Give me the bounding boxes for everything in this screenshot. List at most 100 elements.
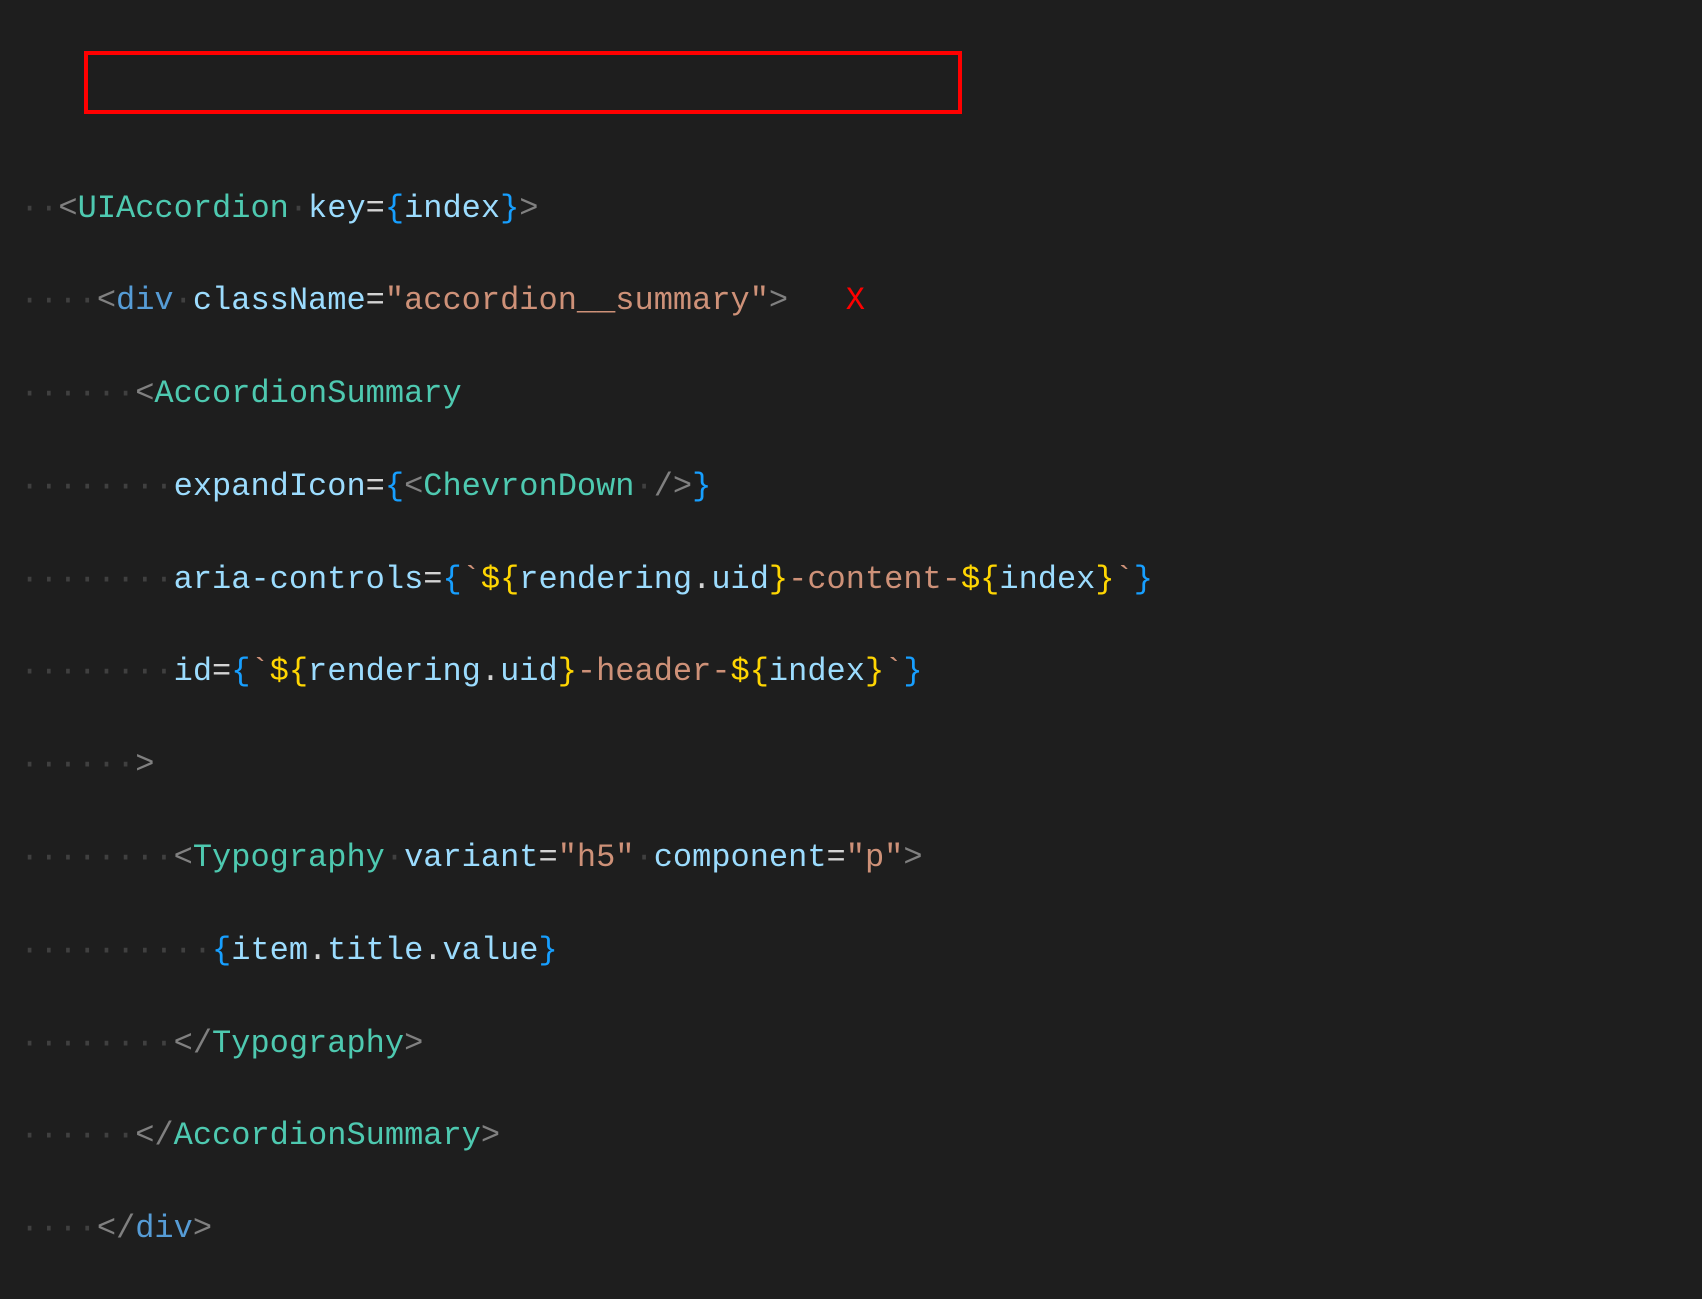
html-tag: div bbox=[116, 282, 174, 319]
jsx-component: Typography bbox=[212, 1025, 404, 1062]
equals: = bbox=[538, 839, 557, 876]
angle-close: > bbox=[519, 190, 538, 227]
html-tag: div bbox=[135, 1210, 193, 1247]
whitespace-dots: · bbox=[635, 839, 654, 876]
jsx-attr: aria-controls bbox=[174, 561, 424, 598]
angle-open: < bbox=[135, 375, 154, 412]
whitespace-dots: ·········· bbox=[20, 932, 212, 969]
whitespace-dots: ······ bbox=[20, 1117, 135, 1154]
code-line[interactable]: ········id={`${rendering.uid}-header-${i… bbox=[10, 649, 1702, 695]
angle-close: > bbox=[903, 839, 922, 876]
string-literal: "accordion__summary" bbox=[385, 282, 769, 319]
angle-close: > bbox=[769, 282, 788, 319]
code-line[interactable]: ····</div> bbox=[10, 1206, 1702, 1252]
whitespace-dots: ···· bbox=[20, 1210, 97, 1247]
dot: . bbox=[692, 561, 711, 598]
whitespace-dots: ········ bbox=[20, 1025, 174, 1062]
template-expr-close: } bbox=[865, 653, 884, 690]
identifier: uid bbox=[711, 561, 769, 598]
equals: = bbox=[366, 282, 385, 319]
whitespace-dots: ········ bbox=[20, 653, 174, 690]
angle-open-slash: </ bbox=[97, 1210, 135, 1247]
angle-close: > bbox=[404, 1025, 423, 1062]
whitespace-dots: ········ bbox=[20, 561, 174, 598]
template-text: -content- bbox=[788, 561, 961, 598]
identifier: index bbox=[769, 653, 865, 690]
equals: = bbox=[212, 653, 231, 690]
brace-open: { bbox=[385, 190, 404, 227]
whitespace-dots: ········ bbox=[20, 839, 174, 876]
brace-close: } bbox=[903, 653, 922, 690]
template-tick: ` bbox=[884, 653, 903, 690]
jsx-attr: className bbox=[193, 282, 366, 319]
code-line[interactable]: ······</AccordionSummary> bbox=[10, 1113, 1702, 1159]
whitespace-dots: · bbox=[289, 190, 308, 227]
identifier: rendering bbox=[308, 653, 481, 690]
identifier: uid bbox=[500, 653, 558, 690]
whitespace-dots: · bbox=[385, 839, 404, 876]
whitespace-dots: ···· bbox=[20, 282, 97, 319]
jsx-attr: component bbox=[654, 839, 827, 876]
template-tick: ` bbox=[1115, 561, 1134, 598]
equals: = bbox=[366, 190, 385, 227]
identifier: title bbox=[327, 932, 423, 969]
code-line[interactable]: ······<AccordionSummary bbox=[10, 371, 1702, 417]
jsx-component: ChevronDown bbox=[423, 468, 634, 505]
template-tick: ` bbox=[250, 653, 269, 690]
error-x-icon: X bbox=[846, 282, 865, 319]
error-highlight-box bbox=[84, 51, 962, 114]
whitespace-dots: ·· bbox=[20, 190, 58, 227]
angle-close: > bbox=[135, 746, 154, 783]
dot: . bbox=[481, 653, 500, 690]
angle-open-slash: </ bbox=[135, 1117, 173, 1154]
whitespace-dots: ······ bbox=[20, 746, 135, 783]
jsx-attr: variant bbox=[404, 839, 538, 876]
template-expr-close: } bbox=[558, 653, 577, 690]
brace-close: } bbox=[692, 468, 711, 505]
equals: = bbox=[423, 561, 442, 598]
brace-open: { bbox=[385, 468, 404, 505]
brace-open: { bbox=[442, 561, 461, 598]
angle-open: < bbox=[58, 190, 77, 227]
angle-close: > bbox=[193, 1210, 212, 1247]
template-tick: ` bbox=[462, 561, 481, 598]
brace-close: } bbox=[538, 932, 557, 969]
code-line[interactable]: ··<UIAccordion·key={index}> bbox=[10, 186, 1702, 232]
code-line[interactable]: ····<div·className="accordion__summary">… bbox=[10, 278, 1702, 324]
jsx-attr: expandIcon bbox=[174, 468, 366, 505]
dot: . bbox=[423, 932, 442, 969]
code-line[interactable]: ········expandIcon={<ChevronDown·/>} bbox=[10, 464, 1702, 510]
string-literal: "h5" bbox=[558, 839, 635, 876]
brace-close: } bbox=[1134, 561, 1153, 598]
code-line[interactable]: ··········{item.title.value} bbox=[10, 928, 1702, 974]
identifier: item bbox=[231, 932, 308, 969]
angle-open-slash: </ bbox=[174, 1025, 212, 1062]
brace-open: { bbox=[212, 932, 231, 969]
code-line[interactable]: ········</Typography> bbox=[10, 1021, 1702, 1067]
whitespace-dots: ······ bbox=[20, 375, 135, 412]
jsx-attr: key bbox=[308, 190, 366, 227]
code-line[interactable]: ········aria-controls={`${rendering.uid}… bbox=[10, 557, 1702, 603]
identifier: index bbox=[404, 190, 500, 227]
template-expr-close: } bbox=[769, 561, 788, 598]
angle-open: < bbox=[404, 468, 423, 505]
template-expr-open: ${ bbox=[270, 653, 308, 690]
identifier: value bbox=[442, 932, 538, 969]
template-text: -header- bbox=[577, 653, 731, 690]
string-literal: "p" bbox=[846, 839, 904, 876]
identifier: rendering bbox=[519, 561, 692, 598]
code-editor[interactable]: ··<UIAccordion·key={index}> ····<div·cla… bbox=[0, 0, 1702, 1299]
template-expr-open: ${ bbox=[481, 561, 519, 598]
code-line[interactable]: ······> bbox=[10, 742, 1702, 788]
jsx-component: UIAccordion bbox=[78, 190, 289, 227]
whitespace-dots: · bbox=[635, 468, 654, 505]
angle-open: < bbox=[97, 282, 116, 319]
jsx-component: AccordionSummary bbox=[154, 375, 461, 412]
code-line[interactable]: ········<Typography·variant="h5"·compone… bbox=[10, 835, 1702, 881]
template-expr-close: } bbox=[1095, 561, 1114, 598]
equals: = bbox=[366, 468, 385, 505]
angle-open: < bbox=[174, 839, 193, 876]
dot: . bbox=[308, 932, 327, 969]
whitespace-dots: · bbox=[174, 282, 193, 319]
brace-close: } bbox=[500, 190, 519, 227]
